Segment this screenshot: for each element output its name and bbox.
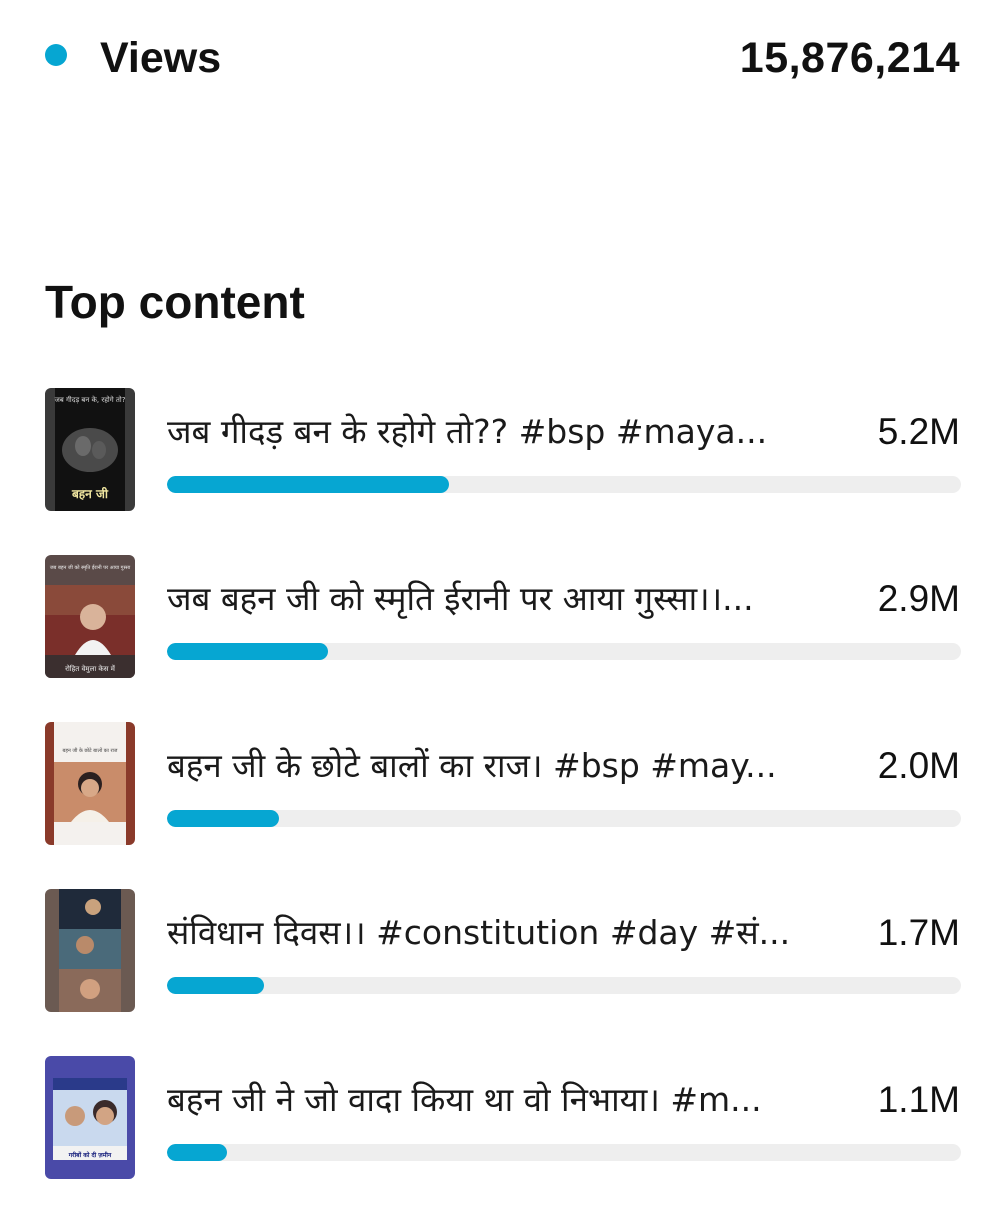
views-progress-bar xyxy=(167,643,961,660)
content-item[interactable]: गरीबों को दी ज़मीन बहन जी ने जो वादा किय… xyxy=(0,1056,1002,1223)
views-progress-fill xyxy=(167,476,449,493)
views-progress-bar xyxy=(167,476,961,493)
views-legend-dot-icon xyxy=(45,44,67,66)
content-item[interactable]: जब गीदड़ बन के, रहोगे तो? बहन जी जब गीदड… xyxy=(0,388,1002,555)
video-thumbnail[interactable]: बहन जी के छोटे बालों का राज xyxy=(45,722,135,845)
top-content-list: जब गीदड़ बन के, रहोगे तो? बहन जी जब गीदड… xyxy=(0,388,1002,1223)
thumbnail-caption: गरीबों को दी ज़मीन xyxy=(68,1151,112,1159)
thumbnail-caption: रोहित वेमुला केस में xyxy=(65,664,116,673)
content-title[interactable]: जब बहन जी को स्मृति ईरानी पर आया गुस्सा।… xyxy=(167,577,827,621)
views-progress-fill xyxy=(167,810,279,827)
views-progress-bar xyxy=(167,977,961,994)
content-views: 2.0M xyxy=(877,745,960,786)
video-thumbnail[interactable]: गरीबों को दी ज़मीन xyxy=(45,1056,135,1179)
content-title[interactable]: संविधान दिवस।। #constitution #day #सं... xyxy=(167,911,827,955)
views-progress-bar xyxy=(167,810,961,827)
content-item[interactable]: संविधान दिवस।। #constitution #day #सं...… xyxy=(0,889,1002,1056)
views-progress-fill xyxy=(167,977,264,994)
thumbnail-caption: जब बहन जी को स्मृति ईरानी पर आया गुस्सा xyxy=(50,564,131,571)
video-thumbnail[interactable]: जब बहन जी को स्मृति ईरानी पर आया गुस्सा … xyxy=(45,555,135,678)
views-progress-fill xyxy=(167,643,329,660)
content-item[interactable]: जब बहन जी को स्मृति ईरानी पर आया गुस्सा … xyxy=(0,555,1002,722)
video-thumbnail[interactable]: जब गीदड़ बन के, रहोगे तो? बहन जी xyxy=(45,388,135,511)
content-views: 1.1M xyxy=(877,1079,960,1120)
video-thumbnail[interactable] xyxy=(45,889,135,1012)
thumbnail-caption: बहन जी xyxy=(71,487,109,501)
content-title[interactable]: बहन जी ने जो वादा किया था वो निभाया। #m.… xyxy=(167,1078,827,1122)
content-views: 1.7M xyxy=(877,912,960,953)
views-progress-fill xyxy=(167,1144,227,1161)
thumbnail-caption: जब गीदड़ बन के, रहोगे तो? xyxy=(55,395,126,404)
content-views: 5.2M xyxy=(877,411,960,452)
views-label: Views xyxy=(100,34,222,82)
views-summary: Views 15,876,214 xyxy=(0,0,1002,120)
content-item[interactable]: बहन जी के छोटे बालों का राज बहन जी के छो… xyxy=(0,722,1002,889)
content-title[interactable]: जब गीदड़ बन के रहोगे तो?? #bsp #maya... xyxy=(167,410,827,454)
thumbnail-caption: बहन जी के छोटे बालों का राज xyxy=(62,747,117,754)
section-title-top-content: Top content xyxy=(45,276,305,328)
views-progress-bar xyxy=(167,1144,961,1161)
content-title[interactable]: बहन जी के छोटे बालों का राज। #bsp #may..… xyxy=(167,744,827,788)
content-views: 2.9M xyxy=(877,578,960,619)
views-total: 15,876,214 xyxy=(739,34,960,82)
